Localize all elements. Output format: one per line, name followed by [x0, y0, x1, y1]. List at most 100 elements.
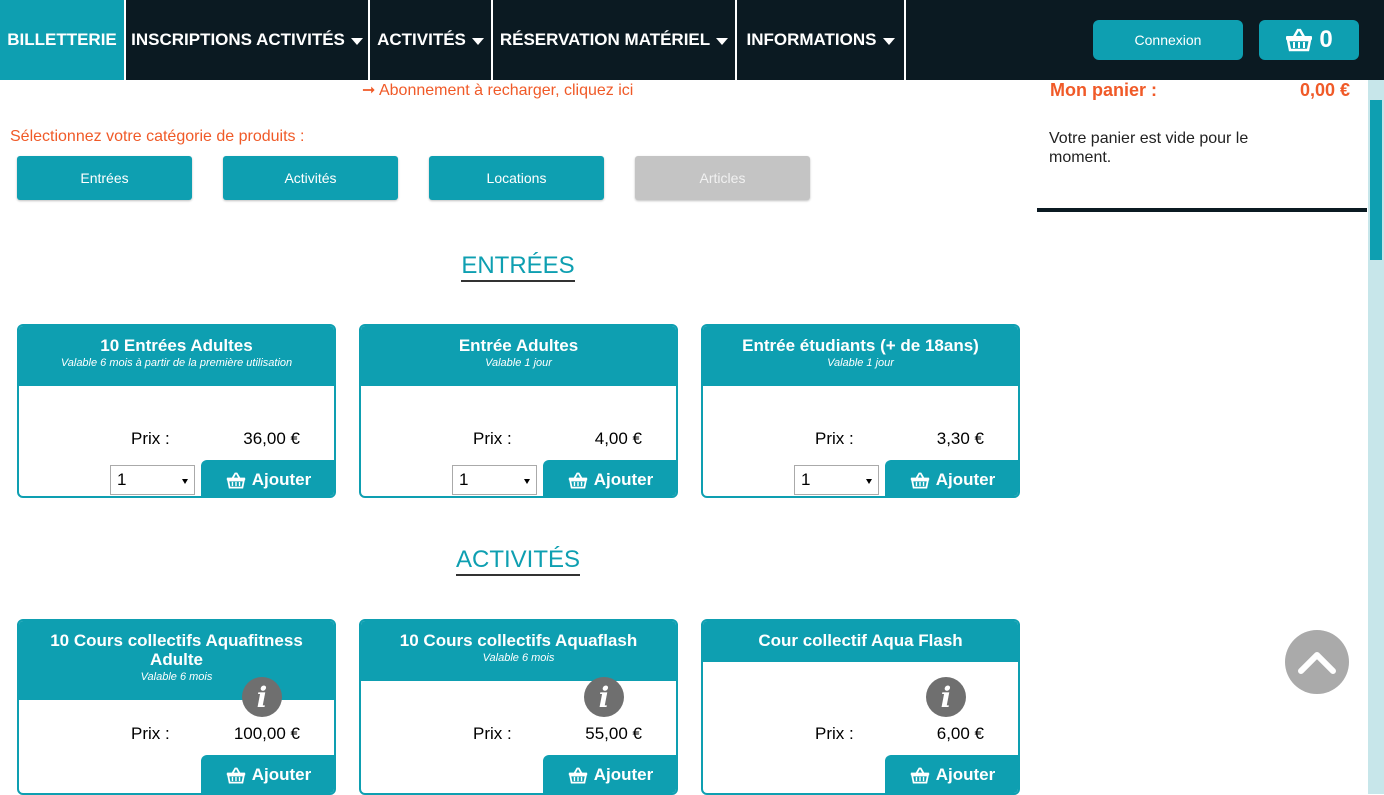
- add-to-cart-button[interactable]: Ajouter: [201, 460, 334, 496]
- cart-divider: [1037, 208, 1367, 212]
- nav-item-label: RÉSERVATION MATÉRIEL: [499, 30, 711, 49]
- product-card-header: Cour collectif Aqua Flash: [703, 621, 1018, 662]
- price-label: Prix :: [815, 724, 854, 743]
- basket-icon: [1286, 28, 1313, 52]
- add-label: Ajouter: [251, 470, 312, 489]
- quantity-value: 1: [801, 470, 811, 489]
- basket-icon: [226, 472, 245, 488]
- nav-item-billetterie[interactable]: BILLETTERIE: [0, 0, 126, 80]
- product-title: 10 Entrées Adultes: [100, 336, 253, 355]
- category-button-activites[interactable]: Activités: [223, 156, 398, 200]
- product-subtitle: Valable 6 mois à partir de la première u…: [60, 357, 293, 369]
- cart-title: Mon panier :: [1050, 80, 1157, 100]
- price-label: Prix :: [815, 429, 854, 448]
- category-button-entrees[interactable]: Entrées: [17, 156, 192, 200]
- basket-icon: [568, 767, 587, 783]
- scrollbar-thumb[interactable]: [1370, 100, 1382, 260]
- product-card-header: 10 Cours collectifs Aquaflash Valable 6 …: [361, 621, 676, 681]
- add-to-cart-button[interactable]: Ajouter: [885, 460, 1018, 496]
- product-card-entree-etudiants: Entrée étudiants (+ de 18ans) Valable 1 …: [701, 324, 1020, 498]
- info-icon[interactable]: i: [926, 677, 966, 717]
- caret-down-icon: [471, 37, 484, 45]
- caret-down-icon: [524, 479, 530, 484]
- add-to-cart-button[interactable]: Ajouter: [543, 460, 676, 496]
- product-card-aquafitness: 10 Cours collectifs Aquafitness Adulte V…: [17, 619, 336, 795]
- cart-count: 0: [1319, 26, 1333, 53]
- category-button-articles[interactable]: Articles: [635, 156, 810, 200]
- section-title-text: ACTIVITÉS: [455, 546, 581, 576]
- cart-button[interactable]: 0: [1259, 20, 1359, 60]
- product-subtitle: Valable 1 jour: [827, 357, 894, 369]
- price-value: 55,00 €: [585, 724, 642, 743]
- add-label: Ajouter: [593, 470, 654, 489]
- cart-empty-message: Votre panier est vide pour le moment.: [1049, 130, 1249, 166]
- quantity-value: 1: [117, 470, 127, 489]
- add-to-cart-button[interactable]: Ajouter: [201, 755, 334, 793]
- price-value: 36,00 €: [243, 429, 300, 448]
- price-value: 4,00 €: [594, 429, 642, 448]
- product-title-line2: Adulte: [150, 650, 203, 669]
- nav-item-informations[interactable]: INFORMATIONS: [737, 0, 906, 80]
- caret-down-icon: [866, 479, 872, 484]
- product-card-aqua-flash: Cour collectif Aqua Flash i Prix : 6,00 …: [701, 619, 1020, 795]
- nav-item-activites[interactable]: ACTIVITÉS: [370, 0, 493, 80]
- product-title: 10 Cours collectifs Aquafitness: [50, 631, 303, 650]
- nav-item-label: INFORMATIONS: [746, 30, 877, 49]
- quantity-select[interactable]: 1: [794, 465, 879, 495]
- section-title-activites: ACTIVITÉS: [0, 546, 1036, 576]
- add-label: Ajouter: [935, 470, 996, 489]
- caret-down-icon: [716, 37, 729, 45]
- add-label: Ajouter: [593, 765, 654, 784]
- product-title: Entrée Adultes: [458, 336, 579, 355]
- category-button-locations[interactable]: Locations: [429, 156, 604, 200]
- section-title-entrees: ENTRÉES: [0, 252, 1036, 282]
- back-to-top-button[interactable]: [1285, 630, 1349, 694]
- category-prompt: Sélectionnez votre catégorie de produits…: [10, 128, 305, 145]
- price-label: Prix :: [131, 724, 170, 743]
- product-card-aquaflash-10: 10 Cours collectifs Aquaflash Valable 6 …: [359, 619, 678, 795]
- connexion-button[interactable]: Connexion: [1093, 20, 1243, 60]
- section-title-text: ENTRÉES: [461, 252, 575, 282]
- info-icon[interactable]: i: [584, 677, 624, 717]
- basket-icon: [226, 767, 245, 783]
- product-title: 10 Cours collectifs Aquaflash: [399, 631, 638, 650]
- product-card-header: 10 Cours collectifs Aquafitness Adulte V…: [19, 621, 334, 700]
- product-title: Cour collectif Aqua Flash: [758, 631, 963, 650]
- cart-total: 0,00 €: [1300, 80, 1351, 100]
- price-value: 100,00 €: [233, 724, 300, 743]
- product-subtitle: Valable 1 jour: [485, 357, 552, 369]
- add-to-cart-button[interactable]: Ajouter: [885, 755, 1018, 793]
- caret-down-icon: [350, 37, 363, 45]
- basket-icon: [910, 472, 929, 488]
- nav-item-reservation-materiel[interactable]: RÉSERVATION MATÉRIEL: [493, 0, 737, 80]
- info-icon[interactable]: i: [242, 677, 282, 717]
- nav-item-label: ACTIVITÉS: [377, 30, 466, 49]
- product-subtitle: Valable 6 mois: [482, 652, 555, 664]
- quantity-select[interactable]: 1: [110, 465, 195, 495]
- price-value: 6,00 €: [936, 724, 984, 743]
- nav-item-label: BILLETTERIE: [7, 30, 117, 49]
- price-label: Prix :: [473, 724, 512, 743]
- basket-icon: [568, 472, 587, 488]
- add-label: Ajouter: [251, 765, 312, 784]
- quantity-select[interactable]: 1: [452, 465, 537, 495]
- caret-down-icon: [182, 479, 188, 484]
- chevron-up-icon: [1298, 652, 1336, 674]
- quantity-value: 1: [459, 470, 469, 489]
- product-card-header: Entrée Adultes Valable 1 jour: [361, 326, 676, 386]
- product-card-entree-adultes: Entrée Adultes Valable 1 jour Prix : 4,0…: [359, 324, 678, 498]
- product-title: Entrée étudiants (+ de 18ans): [742, 336, 979, 355]
- abonnement-recharge-link[interactable]: ➞ Abonnement à recharger, cliquez ici: [362, 80, 633, 100]
- nav-item-inscriptions-activites[interactable]: INSCRIPTIONS ACTIVITÉS: [126, 0, 370, 80]
- price-label: Prix :: [473, 429, 512, 448]
- price-label: Prix :: [131, 429, 170, 448]
- price-value: 3,30 €: [936, 429, 984, 448]
- basket-icon: [910, 767, 929, 783]
- caret-down-icon: [882, 37, 895, 45]
- nav-item-label: INSCRIPTIONS ACTIVITÉS: [131, 30, 345, 49]
- add-to-cart-button[interactable]: Ajouter: [543, 755, 676, 793]
- top-navbar: BILLETTERIE INSCRIPTIONS ACTIVITÉS ACTIV…: [0, 0, 1384, 80]
- product-card-header: Entrée étudiants (+ de 18ans) Valable 1 …: [703, 326, 1018, 386]
- product-card-10-entrees-adultes: 10 Entrées Adultes Valable 6 mois à part…: [17, 324, 336, 498]
- product-subtitle: Valable 6 mois: [140, 671, 213, 683]
